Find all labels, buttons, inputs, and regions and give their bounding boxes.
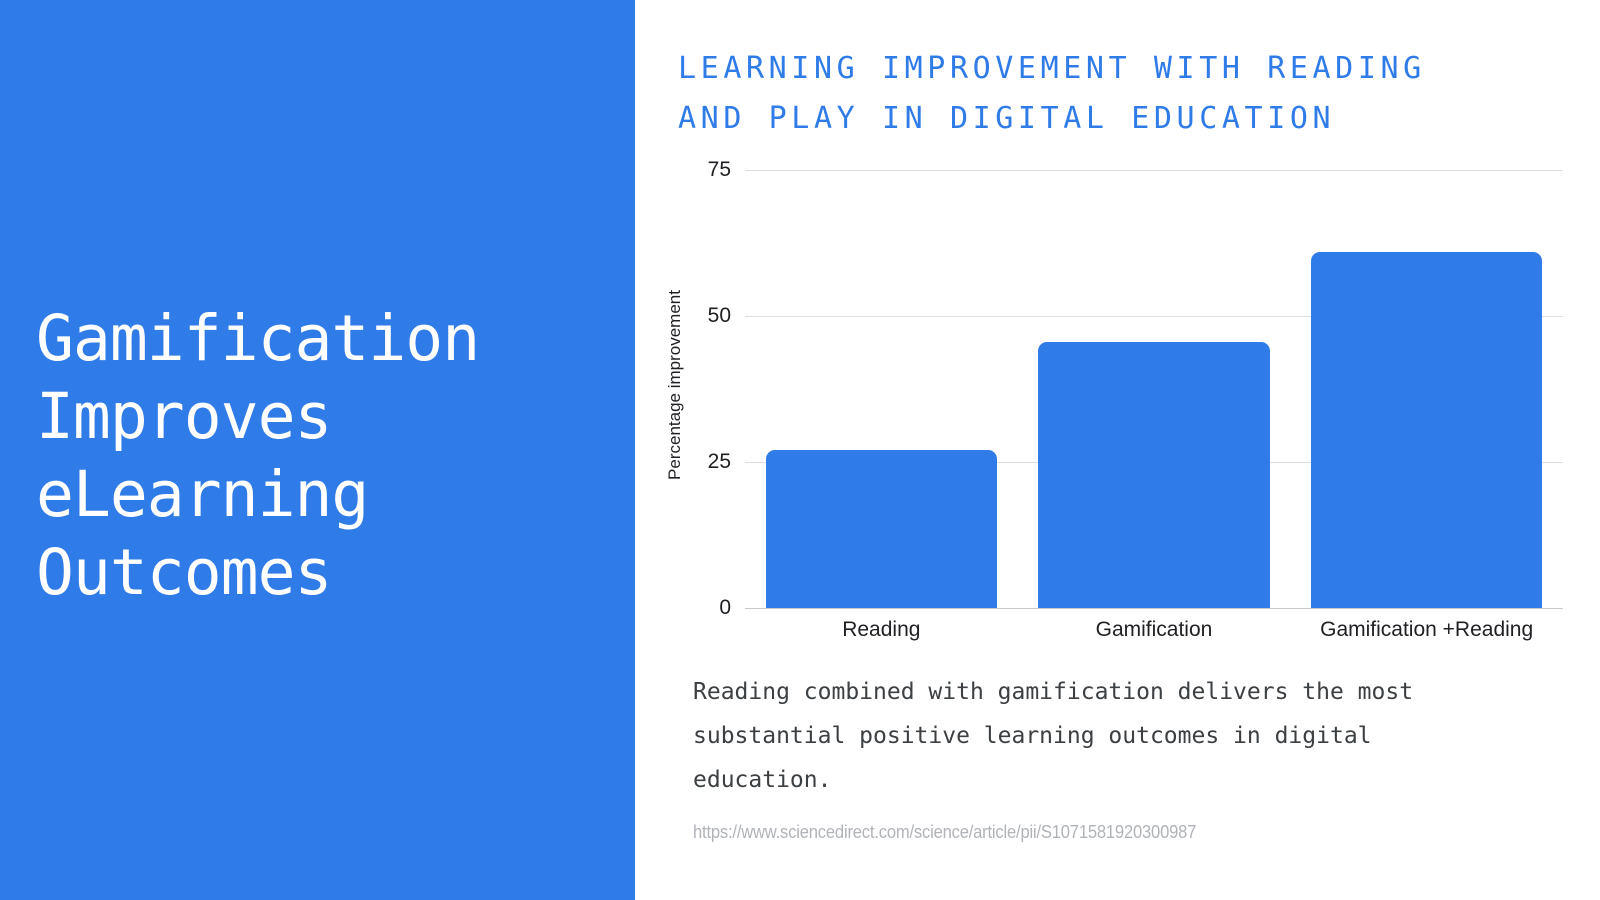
headline-text: Gamification Improves eLearning Outcomes <box>36 302 480 609</box>
infographic-canvas: Gamification Improves eLearning Outcomes… <box>0 0 1600 900</box>
x-axis-tick-label: Gamification <box>1095 618 1213 641</box>
bar <box>1038 342 1270 608</box>
bar-chart: Percentage improvement 0 25 50 75 Reading Ga… <box>645 159 1575 641</box>
chart-title: LEARNING IMPROVEMENT WITH READING AND PL… <box>678 51 1426 136</box>
x-axis-tick-label: Reading <box>842 618 921 641</box>
bar <box>765 450 998 608</box>
y-axis-tick-label: 75 <box>707 158 731 181</box>
caption-text: Reading combined with gamification deliv… <box>693 679 1414 793</box>
plot-area <box>745 170 1563 608</box>
y-axis-tick-label: 0 <box>719 596 731 619</box>
y-axis-tick-label: 50 <box>707 304 731 327</box>
left-title-panel: Gamification Improves eLearning Outcomes <box>0 0 635 900</box>
x-axis-line <box>745 608 1563 609</box>
source-url[interactable]: https://www.sciencedirect.com/science/ar… <box>693 822 1484 843</box>
bar <box>1310 251 1543 608</box>
x-axis-tick-label: Gamification +Reading <box>1320 618 1534 641</box>
y-axis-tick-label: 25 <box>707 450 731 473</box>
right-content-panel: LEARNING IMPROVEMENT WITH READING AND PL… <box>635 0 1600 900</box>
